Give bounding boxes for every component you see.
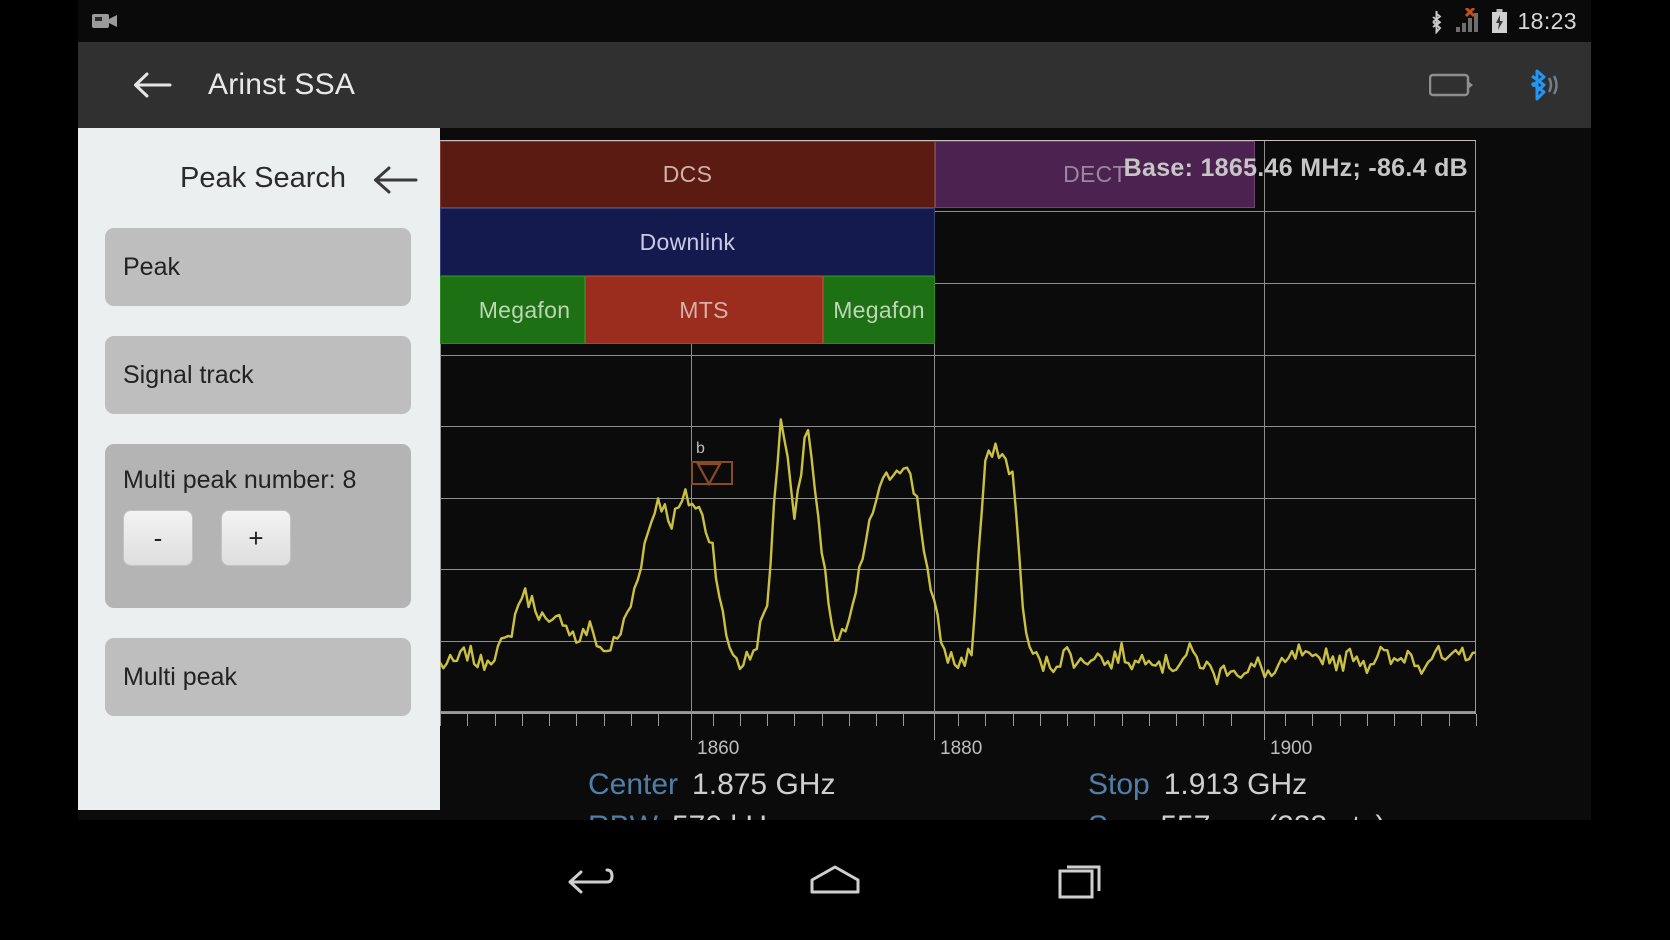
axis-tick-minor — [1149, 714, 1150, 726]
stop-label: Stop — [1088, 768, 1150, 801]
axis-tick-minor — [767, 714, 768, 726]
axis-tick-minor — [495, 714, 496, 726]
app-title: Arinst SSA — [208, 68, 356, 101]
nav-home-icon[interactable] — [799, 852, 871, 908]
base-readout: Base: 1865.46 MHz; -86.4 dB — [1123, 154, 1468, 182]
stop-value: 1.913 GHz — [1163, 768, 1308, 801]
axis-tick-minor — [1231, 714, 1232, 726]
axis-tick-minor — [876, 714, 877, 726]
stop-readout[interactable]: Stop 1.913 GHz — [1088, 768, 1307, 802]
marker-label-b: b — [696, 440, 705, 457]
battery-outline-icon[interactable] — [1429, 71, 1475, 99]
spectrum-plot[interactable]: DCS DECT Downlink Megafon MTS Megafon Ba… — [440, 140, 1476, 712]
multi-peak-decrement-button[interactable]: - — [123, 510, 193, 566]
frequency-axis: 1860 1880 1900 — [440, 712, 1477, 768]
status-bar-clock: 18:23 — [1517, 7, 1577, 34]
axis-tick-minor — [849, 714, 850, 726]
axis-tick-minor — [522, 714, 523, 726]
bluetooth-icon — [1428, 9, 1445, 34]
cellular-signal-icon — [1454, 8, 1482, 34]
multi-peak-number-group: Multi peak number: 8 - + — [105, 444, 411, 608]
center-label: Center — [588, 768, 679, 801]
axis-tick-label: 1860 — [697, 738, 740, 759]
axis-tick-minor — [1394, 714, 1395, 726]
app-bar-actions — [1429, 65, 1591, 105]
axis-tick-minor — [1176, 714, 1177, 726]
axis-tick-minor — [1340, 714, 1341, 726]
center-value: 1.875 GHz — [692, 768, 836, 801]
status-bar-left — [78, 12, 118, 30]
axis-tick-minor — [1067, 714, 1068, 726]
marker-triangle — [691, 461, 733, 487]
multi-peak-button[interactable]: Multi peak — [105, 638, 411, 716]
axis-tick-minor — [1040, 714, 1041, 726]
axis-tick-minor — [713, 714, 714, 726]
nav-back-icon[interactable] — [553, 852, 625, 908]
axis-tick-minor — [576, 714, 577, 726]
peak-search-panel[interactable]: Peak Search Peak Signal track Multi peak… — [78, 128, 440, 810]
axis-tick-minor — [1449, 714, 1450, 726]
axis-tick-minor — [658, 714, 659, 726]
app-bar: Arinst SSA — [78, 42, 1591, 128]
bluetooth-connected-icon[interactable] — [1519, 65, 1559, 105]
axis-tick-minor — [1094, 714, 1095, 726]
axis-tick-minor — [822, 714, 823, 726]
status-bar-right: 18:23 — [1428, 8, 1591, 35]
axis-tick-minor — [1476, 714, 1477, 726]
axis-tick-minor — [1285, 714, 1286, 726]
axis-tick-minor — [1367, 714, 1368, 726]
axis-tick-minor — [1312, 714, 1313, 726]
nav-recents-icon[interactable] — [1045, 852, 1117, 908]
spectrum-trace — [440, 418, 1476, 686]
back-arrow-icon[interactable] — [130, 63, 174, 107]
axis-tick-minor — [1013, 714, 1014, 726]
axis-tick-minor — [1203, 714, 1204, 726]
axis-tick-minor — [1122, 714, 1123, 726]
axis-tick-minor — [985, 714, 986, 726]
multi-peak-stepper: - + — [123, 510, 291, 566]
decrement-label: - — [153, 522, 163, 553]
axis-tick-minor — [604, 714, 605, 726]
readout-row-1: Center 1.875 GHz Stop 1.913 GHz — [440, 768, 1476, 812]
status-bar: 18:23 — [78, 0, 1591, 42]
axis-tick-minor — [1421, 714, 1422, 726]
axis-tick-minor — [549, 714, 550, 726]
center-readout[interactable]: Center 1.875 GHz — [588, 768, 835, 802]
peak-button[interactable]: Peak — [105, 228, 411, 306]
android-nav-bar — [78, 820, 1591, 940]
panel-header: Peak Search — [78, 128, 440, 224]
axis-tick-label: 1900 — [1270, 738, 1313, 759]
peak-button-label: Peak — [123, 252, 180, 281]
screen-root: 18:23 Arinst SSA DCS DECT Downlink Megaf… — [0, 0, 1670, 940]
axis-tick-major — [1264, 714, 1265, 740]
axis-tick-major — [934, 714, 935, 740]
signal-track-button[interactable]: Signal track — [105, 336, 411, 414]
screen-record-icon — [92, 12, 118, 30]
axis-tick-minor — [631, 714, 632, 726]
multi-peak-number-label: Multi peak number: 8 — [123, 466, 357, 494]
panel-close-arrow-icon[interactable] — [372, 160, 418, 200]
multi-peak-button-label: Multi peak — [123, 662, 237, 691]
axis-tick-minor — [903, 714, 904, 726]
multi-peak-increment-button[interactable]: + — [221, 510, 291, 566]
battery-icon — [1491, 8, 1508, 34]
signal-track-button-label: Signal track — [123, 360, 254, 389]
axis-tick-minor — [467, 714, 468, 726]
axis-tick-label: 1880 — [940, 738, 983, 759]
axis-tick-minor — [740, 714, 741, 726]
panel-title: Peak Search — [180, 162, 347, 194]
increment-label: + — [248, 522, 264, 553]
axis-tick-major — [691, 714, 692, 740]
device-viewport: 18:23 Arinst SSA DCS DECT Downlink Megaf… — [78, 0, 1591, 940]
axis-tick-minor — [794, 714, 795, 726]
axis-tick-minor — [958, 714, 959, 726]
axis-tick-minor — [440, 714, 441, 726]
